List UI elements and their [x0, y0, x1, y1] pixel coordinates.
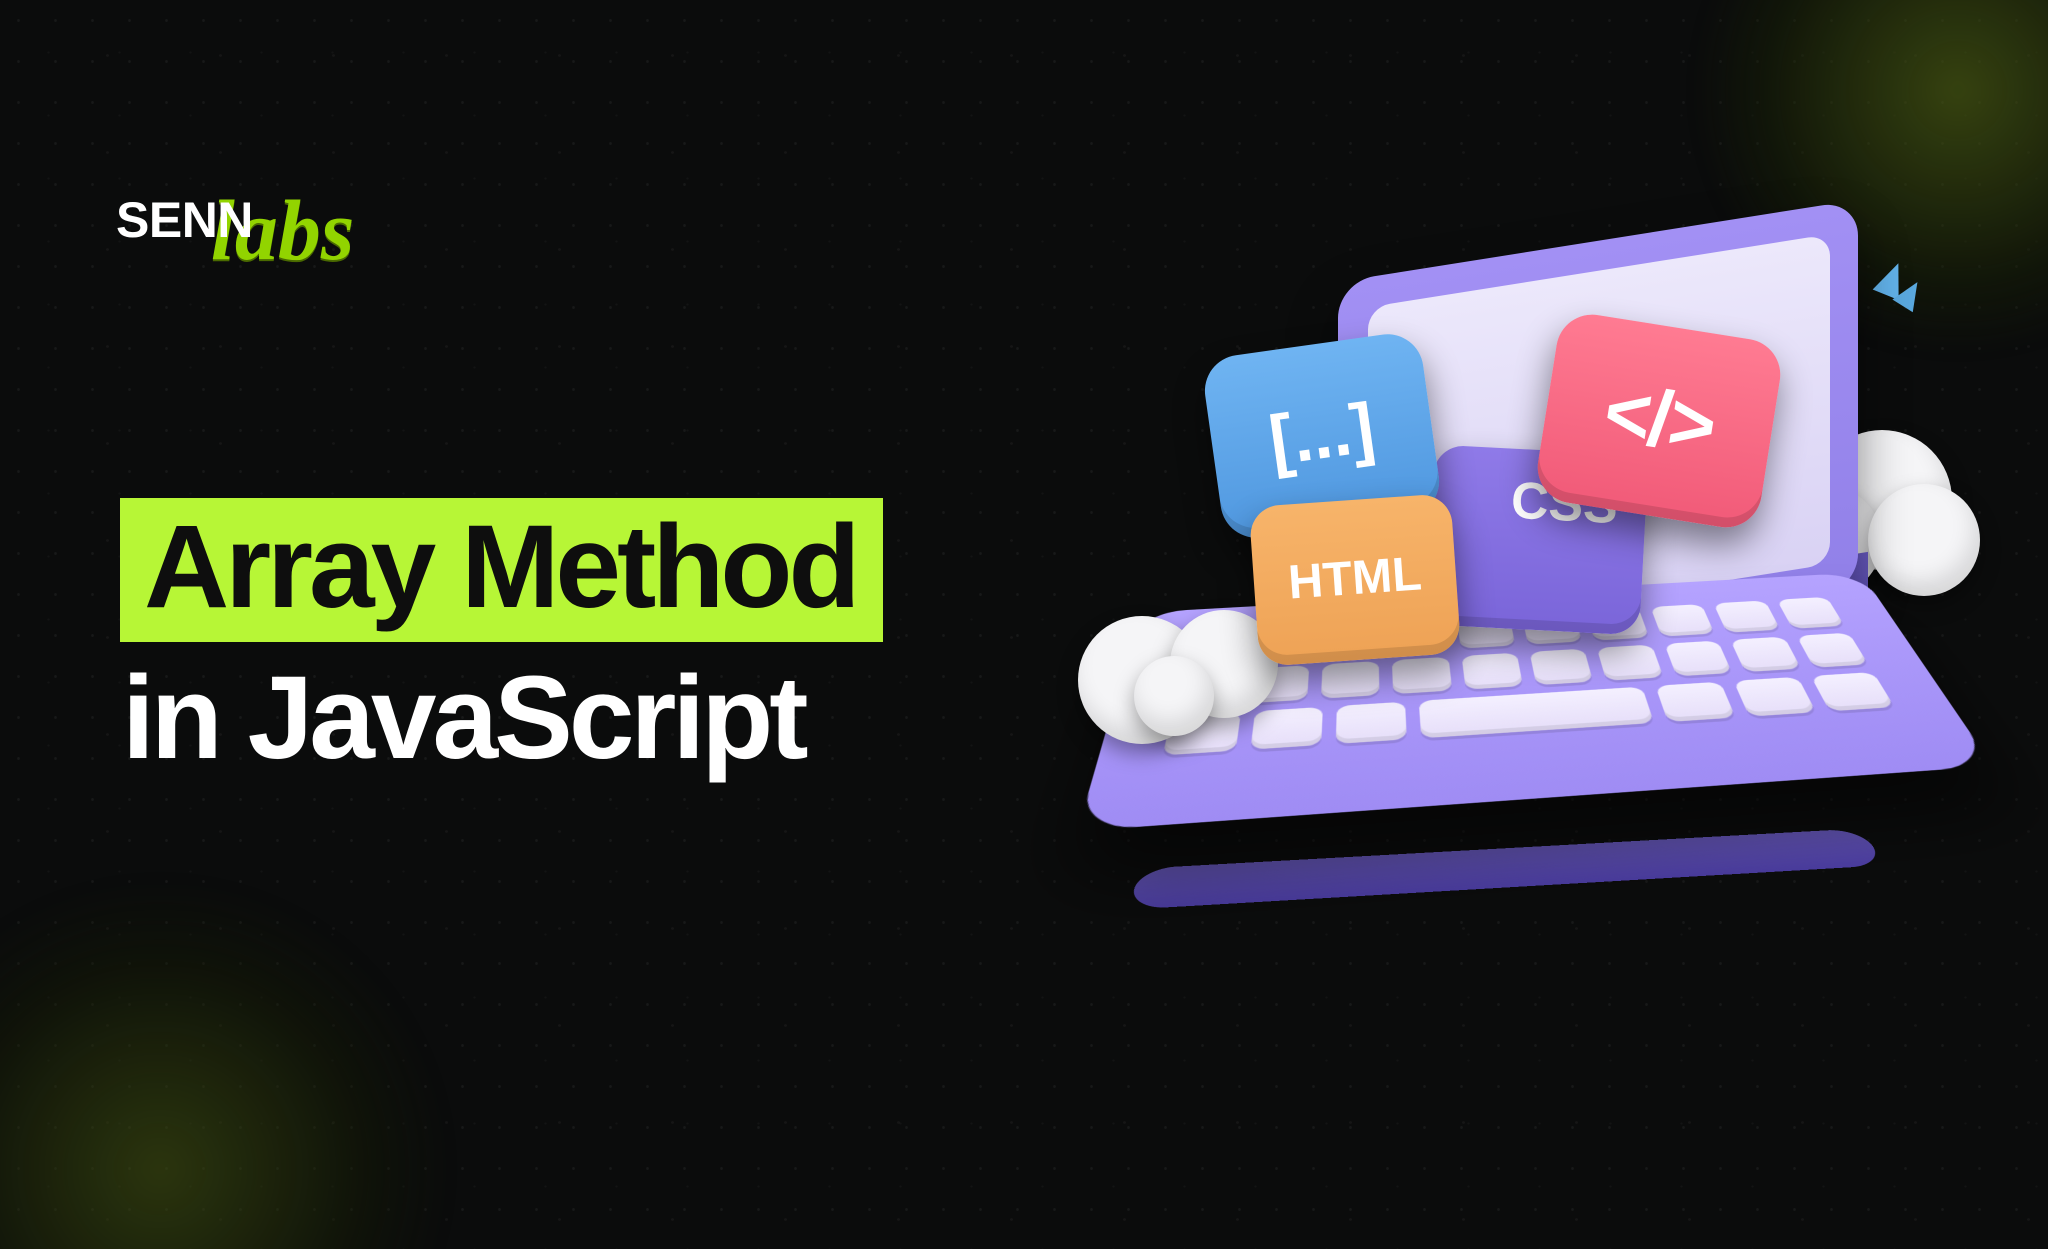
brand-prefix: SENN: [116, 191, 253, 249]
title-highlight: Array Method: [120, 498, 883, 642]
tile-code-label: </>: [1598, 365, 1721, 473]
illustration: CSS [...] </> HTML: [1094, 262, 1974, 962]
tile-html-label: HTML: [1286, 546, 1423, 610]
title-subtitle: in JavaScript: [122, 652, 805, 784]
tile-code: </>: [1533, 309, 1786, 532]
tile-html: HTML: [1249, 493, 1462, 667]
brand-logo: SENN labs: [116, 170, 354, 270]
tile-array-label: [...]: [1264, 387, 1379, 481]
glow-bottom-left: [0, 789, 540, 1249]
title-block: Array Method in JavaScript: [120, 498, 883, 784]
laptop-base-edge: [1128, 828, 1885, 909]
